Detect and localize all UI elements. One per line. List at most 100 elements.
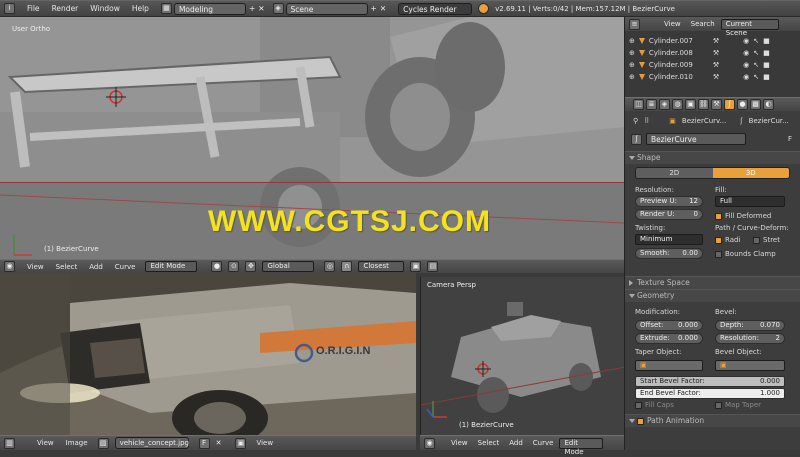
menu-render[interactable]: Render bbox=[52, 1, 79, 17]
expand-icon[interactable]: ⊕ bbox=[629, 73, 635, 81]
outliner-item[interactable]: ⊕ Cylinder.010 ⚒ ◉ ↖ ■ bbox=[625, 71, 800, 83]
camera-editor-type-icon[interactable]: ◉ bbox=[424, 437, 435, 449]
smooth-field[interactable]: Smooth: 0.00 bbox=[635, 248, 703, 259]
expand-icon[interactable]: ⊕ bbox=[629, 37, 635, 45]
eye-icon[interactable]: ◉ bbox=[743, 37, 749, 45]
close-scene-icon[interactable]: ✕ bbox=[380, 4, 386, 13]
outliner-editor-icon[interactable]: ≡ bbox=[629, 18, 640, 30]
cursor-icon[interactable]: ↖ bbox=[753, 61, 759, 69]
physics-tab-icon[interactable]: ◐ bbox=[763, 99, 774, 110]
menu-view[interactable]: View bbox=[27, 263, 44, 271]
camera-menu-curve[interactable]: Curve bbox=[533, 439, 554, 447]
curve-data-icon[interactable]: ʃ bbox=[631, 133, 642, 145]
fill-caps-checkbox[interactable] bbox=[635, 401, 642, 409]
expand-icon[interactable]: ⊕ bbox=[629, 61, 635, 69]
eye-icon[interactable]: ◉ bbox=[743, 61, 749, 69]
scene-tab-icon[interactable]: ◈ bbox=[659, 99, 670, 110]
camera-mode-select[interactable]: Edit Mode bbox=[559, 437, 604, 456]
texture-space-panel-header[interactable]: Texture Space bbox=[625, 276, 800, 289]
image-menu-image[interactable]: Image bbox=[66, 439, 88, 447]
snap-icon[interactable]: ∩ bbox=[341, 261, 353, 272]
scene-icon[interactable]: ◈ bbox=[272, 3, 284, 14]
depth-field[interactable]: Depth: 0.070 bbox=[715, 320, 785, 331]
scene-field[interactable]: Scene bbox=[285, 2, 368, 15]
fill-select[interactable]: Full bbox=[715, 196, 785, 207]
stretch-checkbox[interactable] bbox=[753, 236, 760, 244]
outliner-item[interactable]: ⊕ Cylinder.009 ⚒ ◉ ↖ ■ bbox=[625, 59, 800, 71]
image-menu-view-2[interactable]: View bbox=[256, 439, 273, 447]
constraints-tab-icon[interactable]: ⛓ bbox=[698, 99, 709, 110]
modifiers-tab-icon[interactable]: ⚒ bbox=[711, 99, 722, 110]
offset-field[interactable]: Offset: 0.000 bbox=[635, 320, 703, 331]
geometry-panel-header[interactable]: Geometry bbox=[625, 289, 800, 302]
radius-check[interactable]: Radi bbox=[715, 236, 740, 244]
editor-type-image-icon[interactable]: ▥ bbox=[4, 437, 15, 449]
camera-icon[interactable]: ■ bbox=[763, 73, 770, 81]
bounds-clamp-check[interactable]: Bounds Clamp bbox=[715, 250, 776, 258]
camera-icon[interactable]: ■ bbox=[763, 61, 770, 69]
outliner-menu-search[interactable]: Search bbox=[691, 20, 715, 28]
menu-window[interactable]: Window bbox=[90, 1, 120, 17]
render-icon[interactable]: ▣ bbox=[410, 261, 422, 272]
outliner-menu-view[interactable]: View bbox=[664, 20, 681, 28]
tab-2d[interactable]: 2D bbox=[636, 168, 713, 178]
expand-icon[interactable]: ⊕ bbox=[629, 49, 635, 57]
add-layout-icon[interactable]: + bbox=[249, 4, 255, 13]
layout-icon[interactable]: ▦ bbox=[160, 3, 172, 14]
close-layout-icon[interactable]: ✕ bbox=[258, 4, 264, 13]
add-scene-icon[interactable]: + bbox=[371, 4, 377, 13]
render-engine-select[interactable]: Cycles Render bbox=[398, 2, 473, 15]
data-tab-icon[interactable]: ʃ bbox=[724, 99, 735, 110]
texture-tab-icon[interactable]: ▩ bbox=[750, 99, 761, 110]
end-bevel-factor-field[interactable]: End Bevel Factor: 1.000 bbox=[635, 388, 785, 399]
eye-icon[interactable]: ◉ bbox=[743, 49, 749, 57]
menu-help[interactable]: Help bbox=[132, 1, 149, 17]
editor-type-icon[interactable]: i bbox=[4, 3, 15, 14]
datablock-name-field[interactable]: BezierCurve bbox=[646, 133, 746, 145]
manipulator-icon[interactable]: ✥ bbox=[245, 261, 257, 272]
start-bevel-factor-field[interactable]: Start Bevel Factor: 0.000 bbox=[635, 376, 785, 387]
outliner-filter-select[interactable]: Current Scene bbox=[720, 18, 779, 37]
shape-panel-header[interactable]: Shape bbox=[625, 151, 800, 164]
bevel-object-field[interactable]: ▣ bbox=[715, 360, 785, 371]
image-fake-user-icon[interactable]: F bbox=[198, 437, 210, 449]
eye-icon[interactable]: ◉ bbox=[743, 73, 749, 81]
main-viewport[interactable]: User Ortho WWW.CGTSJ.COM (1) BezierCurve bbox=[0, 17, 624, 259]
image-name-field[interactable]: vehicle_concept.jpg bbox=[114, 437, 189, 449]
menu-select[interactable]: Select bbox=[56, 263, 78, 271]
twisting-select[interactable]: Minimum bbox=[635, 234, 703, 245]
layout-field[interactable]: Modeling bbox=[173, 2, 246, 15]
layers-tab-icon[interactable]: ≣ bbox=[646, 99, 657, 110]
opengl-render-icon[interactable]: ▤ bbox=[427, 261, 439, 272]
preview-u-field[interactable]: Preview U: 12 bbox=[635, 196, 703, 207]
object-tab-icon[interactable]: ▣ bbox=[685, 99, 696, 110]
outliner-item[interactable]: ⊕ Cylinder.007 ⚒ ◉ ↖ ■ bbox=[625, 35, 800, 47]
path-animation-panel-header[interactable]: Path Animation bbox=[625, 414, 800, 427]
mode-select[interactable]: Edit Mode bbox=[145, 261, 198, 272]
outliner-item[interactable]: ⊕ Cylinder.008 ⚒ ◉ ↖ ■ bbox=[625, 47, 800, 59]
image-editor[interactable]: O.R.I.G.I.N bbox=[0, 273, 416, 435]
fill-deformed-check[interactable]: Fill Deformed bbox=[715, 212, 771, 220]
world-tab-icon[interactable]: ◍ bbox=[672, 99, 683, 110]
orientation-select[interactable]: Global bbox=[262, 261, 315, 272]
datablock-fake-user[interactable]: F bbox=[788, 135, 792, 143]
shading-icon[interactable]: ● bbox=[211, 261, 223, 272]
fill-deformed-checkbox[interactable] bbox=[715, 212, 722, 220]
camera-icon[interactable]: ■ bbox=[763, 49, 770, 57]
camera-menu-view[interactable]: View bbox=[451, 439, 468, 447]
camera-menu-select[interactable]: Select bbox=[478, 439, 500, 447]
menu-file[interactable]: File bbox=[27, 1, 40, 17]
cursor-icon[interactable]: ↖ bbox=[753, 37, 759, 45]
pivot-icon[interactable]: ⊙ bbox=[228, 261, 240, 272]
tab-3d[interactable]: 3D bbox=[712, 168, 789, 178]
extrude-field[interactable]: Extrude: 0.000 bbox=[635, 333, 703, 344]
radius-checkbox[interactable] bbox=[715, 236, 722, 244]
render-tab-icon[interactable]: ◫ bbox=[633, 99, 644, 110]
taper-object-field[interactable]: ▣ bbox=[635, 360, 703, 371]
camera-menu-add[interactable]: Add bbox=[509, 439, 523, 447]
stretch-check[interactable]: Stret bbox=[753, 236, 780, 244]
image-pin-icon[interactable]: ▣ bbox=[235, 437, 247, 449]
cursor-icon[interactable]: ↖ bbox=[753, 73, 759, 81]
menu-curve[interactable]: Curve bbox=[115, 263, 136, 271]
fill-caps-check[interactable]: Fill Caps bbox=[635, 401, 674, 409]
